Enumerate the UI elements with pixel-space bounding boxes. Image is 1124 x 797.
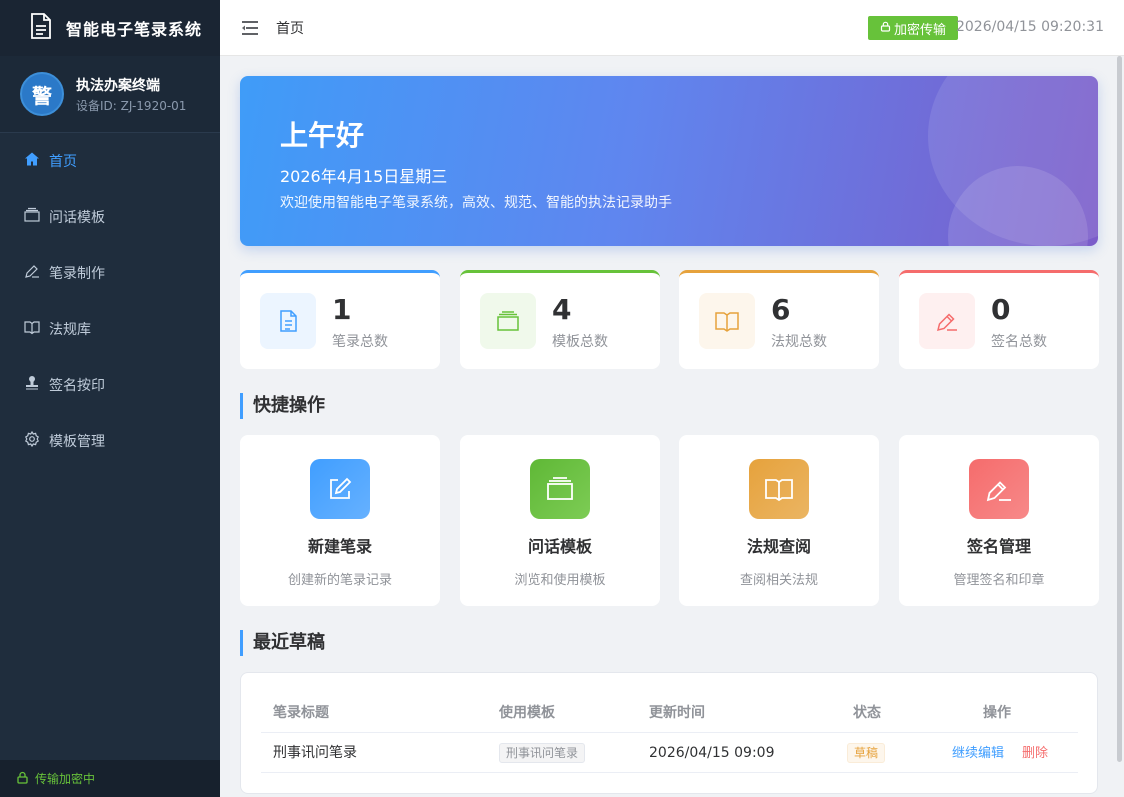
delete-button[interactable]: 删除 [1022,746,1048,761]
encryption-status: 传输加密中 [0,760,220,797]
scrollbar[interactable] [1117,56,1122,762]
breadcrumb[interactable]: 首页 [276,18,304,38]
stat-label: 笔录总数 [332,334,388,350]
sidebar-item-label: 首页 [49,154,77,170]
encryption-badge-label: 加密传输 [894,22,947,38]
column-header: 笔录标题 [273,705,329,721]
edit-icon [24,263,49,283]
sidebar-item-home[interactable]: 首页 [0,133,220,189]
banner-subtitle: 欢迎使用智能电子笔录系统，高效、规范、智能的执法记录助手 [280,195,672,211]
sidebar-item-label: 笔录制作 [49,266,105,282]
quick-laws[interactable]: 法规查阅 查阅相关法规 [679,435,879,606]
stat-card-signatures: 0 签名总数 [899,270,1099,369]
home-icon [24,151,49,171]
stat-label: 模板总数 [552,334,608,350]
sidebar-item-templates[interactable]: 问话模板 [0,189,220,245]
gear-icon [24,430,49,451]
column-header: 更新时间 [649,705,705,721]
quick-signatures[interactable]: 签名管理 管理签名和印章 [899,435,1099,606]
brand: 智能电子笔录系统 [0,0,220,56]
template-icon [530,459,590,519]
stamp-icon [24,375,49,395]
encryption-status-text: 传输加密中 [35,772,96,786]
quick-new-record[interactable]: 新建笔录 创建新的笔录记录 [240,435,440,606]
stat-value: 6 [771,293,791,326]
new-record-icon [310,459,370,519]
sidebar-menu: 首页 问话模板 笔录制作 法规库 签名按印 模板管理 [0,133,220,469]
quick-action-desc: 查阅相关法规 [739,573,818,588]
document-icon [28,12,54,44]
template-tag: 刑事讯问笔录 [499,743,586,763]
encryption-badge: 加密传输 [868,16,959,40]
welcome-banner: 上午好 2026年4月15日星期三 欢迎使用智能电子笔录系统，高效、规范、智能的… [240,76,1098,246]
sidebar-item-signature[interactable]: 签名按印 [0,357,220,413]
sidebar-item-label: 法规库 [49,322,91,338]
device-id: 设备ID: ZJ-1920-01 [76,98,187,113]
sidebar-item-template-manage[interactable]: 模板管理 [0,413,220,469]
top-header: 首页 加密传输 2026/04/15 09:20:31 [220,0,1124,56]
edit-icon [919,293,975,349]
lock-icon [880,21,894,36]
quick-action-desc: 管理签名和印章 [953,573,1045,588]
template-icon [24,207,49,227]
stat-label: 签名总数 [991,334,1047,350]
status-badge: 草稿 [847,743,886,763]
recent-drafts-title: 最近草稿 [240,630,325,656]
column-header: 操作 [983,705,1011,721]
stat-card-laws: 6 法规总数 [679,270,879,369]
quick-action-title: 签名管理 [966,537,1031,556]
quick-action-title: 新建笔录 [307,537,372,556]
book-icon [24,319,49,339]
continue-edit-button[interactable]: 继续编辑 [952,746,1004,761]
book-icon [699,293,755,349]
draft-title: 刑事讯问笔录 [273,745,357,761]
quick-action-title: 法规查阅 [746,537,811,556]
sidebar-item-record[interactable]: 笔录制作 [0,245,220,301]
table-row[interactable]: 刑事讯问笔录 刑事讯问笔录 2026/04/15 09:09 草稿 继续编辑 删除 [261,733,1078,773]
quick-action-desc: 浏览和使用模板 [514,573,606,588]
drafts-table: 笔录标题 使用模板 更新时间 状态 操作 刑事讯问笔录 刑事讯问笔录 2026/… [261,693,1078,773]
sidebar-item-label: 问话模板 [49,210,105,226]
stat-value: 4 [552,293,572,326]
book-icon [749,459,809,519]
stat-card-records: 1 笔录总数 [240,270,440,369]
quick-action-desc: 创建新的笔录记录 [287,573,392,588]
column-header: 状态 [853,705,881,721]
stat-card-templates: 4 模板总数 [460,270,660,369]
drafts-table-card: 笔录标题 使用模板 更新时间 状态 操作 刑事讯问笔录 刑事讯问笔录 2026/… [240,672,1098,794]
document-icon [260,293,316,349]
table-header-row: 笔录标题 使用模板 更新时间 状态 操作 [261,693,1078,733]
quick-templates[interactable]: 问话模板 浏览和使用模板 [460,435,660,606]
banner-date: 2026年4月15日星期三 [280,167,448,186]
draft-updated: 2026/04/15 09:09 [649,745,775,761]
sidebar-item-label: 模板管理 [49,434,105,450]
template-icon [480,293,536,349]
quick-action-title: 问话模板 [527,537,592,556]
menu-toggle-icon[interactable] [240,18,260,38]
current-datetime: 2026/04/15 09:20:31 [955,19,1104,35]
avatar: 警 [20,72,64,116]
column-header: 使用模板 [499,705,555,721]
app-title: 智能电子笔录系统 [66,20,203,39]
main-content: 上午好 2026年4月15日星期三 欢迎使用智能电子笔录系统，高效、规范、智能的… [220,56,1124,797]
lock-icon [16,771,35,787]
sidebar: 智能电子笔录系统 警 执法办案终端 设备ID: ZJ-1920-01 首页 问话… [0,0,220,797]
sidebar-item-laws[interactable]: 法规库 [0,301,220,357]
greeting: 上午好 [280,119,365,152]
quick-actions-title: 快捷操作 [240,393,325,419]
device-card: 警 执法办案终端 设备ID: ZJ-1920-01 [0,56,220,133]
stat-value: 1 [332,293,352,326]
stat-label: 法规总数 [771,334,827,350]
sidebar-item-label: 签名按印 [49,378,105,394]
stat-value: 0 [991,293,1011,326]
signature-icon [969,459,1029,519]
device-name: 执法办案终端 [76,77,160,94]
